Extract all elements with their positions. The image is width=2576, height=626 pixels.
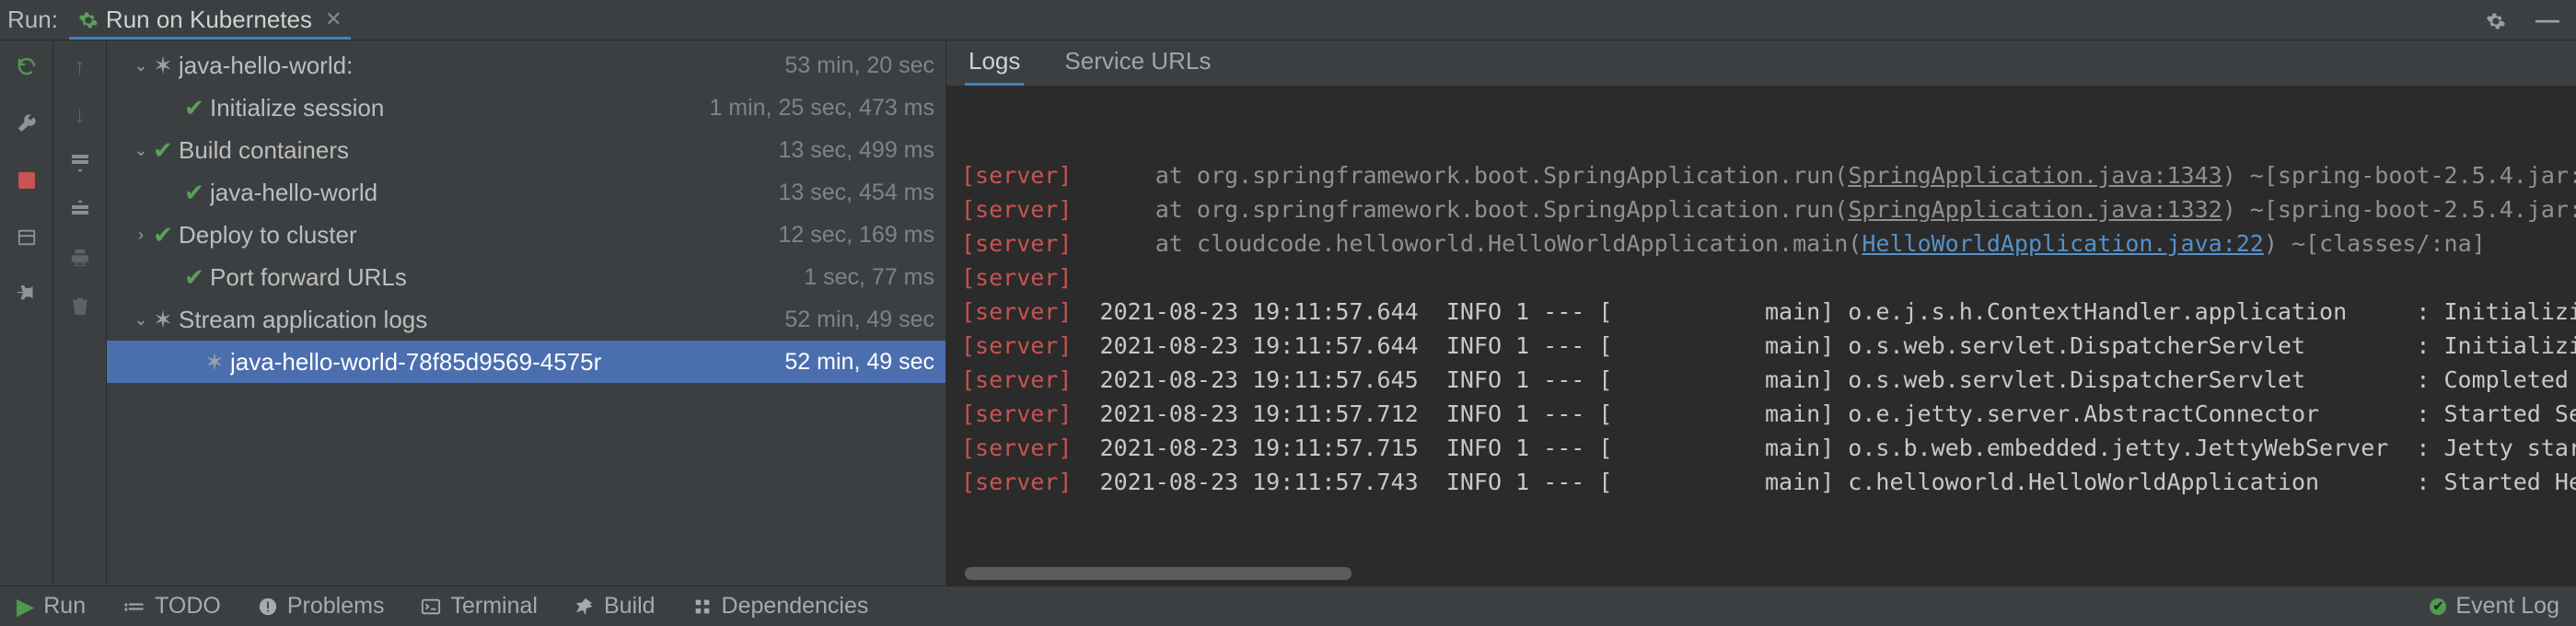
horizontal-scrollbar[interactable]: [965, 567, 1352, 580]
source-link[interactable]: SpringApplication.java:1343: [1848, 162, 2222, 189]
log-line: [server] at org.springframework.boot.Spr…: [961, 158, 2576, 192]
tree-item-name: Stream application logs: [179, 306, 777, 334]
arrow-down-icon[interactable]: ↓: [67, 101, 93, 127]
tree-item-time: 1 min, 25 sec, 473 ms: [702, 95, 934, 122]
tree-item-time: 52 min, 49 sec: [777, 307, 934, 333]
run-label: Run:: [7, 6, 58, 34]
footer-dependencies[interactable]: Dependencies: [692, 593, 869, 620]
log-line: [server] 2021-08-23 19:11:57.715 INFO 1 …: [961, 431, 2576, 465]
stop-icon[interactable]: [14, 168, 40, 193]
check-icon: ✔: [151, 221, 175, 249]
check-icon: ✔: [151, 136, 175, 165]
tree-item-name: Deploy to cluster: [179, 221, 771, 249]
chevron-icon[interactable]: ›: [131, 226, 151, 245]
wrench-icon[interactable]: [14, 110, 40, 136]
source-link[interactable]: HelloWorldApplication.java:22: [1862, 230, 2264, 257]
chevron-icon[interactable]: ⌄: [131, 141, 151, 160]
run-config-icon: [78, 7, 99, 31]
footer-run[interactable]: ▶Run: [17, 593, 86, 620]
pushpin-icon[interactable]: [14, 282, 40, 307]
collapse-all-icon[interactable]: [67, 197, 93, 223]
tree-row[interactable]: ✔Port forward URLs1 sec, 77 ms: [107, 256, 946, 298]
footer-terminal-label: Terminal: [450, 593, 537, 620]
expand-all-icon[interactable]: [67, 149, 93, 175]
log-line: [server] 2021-08-23 19:11:57.645 INFO 1 …: [961, 363, 2576, 397]
log-line: [server] 2021-08-23 19:11:57.712 INFO 1 …: [961, 397, 2576, 431]
tree-item-time: 13 sec, 454 ms: [771, 180, 934, 206]
footer-event-log[interactable]: ✔ Event Log: [2430, 593, 2559, 620]
tree-item-time: 1 sec, 77 ms: [796, 264, 934, 291]
run-tool-gutter: [0, 41, 53, 585]
log-line: [server]: [961, 261, 2576, 295]
log-line: [server] at cloudcode.helloworld.HelloWo…: [961, 226, 2576, 261]
footer-event-log-label: Event Log: [2455, 593, 2559, 620]
tree-row[interactable]: ✔Initialize session1 min, 25 sec, 473 ms: [107, 87, 946, 129]
tree-row[interactable]: ⌄✶java-hello-world:53 min, 20 sec: [107, 44, 946, 87]
tree-row[interactable]: ✶java-hello-world-78f85d9569-4575r52 min…: [107, 341, 946, 383]
spinner-icon: ✶: [203, 348, 226, 377]
tree-item-time: 53 min, 20 sec: [777, 52, 934, 79]
log-line: [server] 2021-08-23 19:11:57.644 INFO 1 …: [961, 329, 2576, 363]
tree-item-name: java-hello-world-78f85d9569-4575r: [230, 348, 777, 377]
tree-row[interactable]: ⌄✶Stream application logs52 min, 49 sec: [107, 298, 946, 341]
tree-item-name: java-hello-world: [210, 179, 771, 207]
tree-item-name: java-hello-world:: [179, 52, 777, 80]
minimize-icon[interactable]: —: [2526, 6, 2569, 34]
event-log-badge-icon: ✔: [2430, 598, 2446, 615]
log-tab[interactable]: Service URLs: [1061, 40, 1214, 86]
footer-todo-label: TODO: [155, 593, 221, 620]
check-icon: ✔: [182, 94, 206, 122]
arrow-up-icon[interactable]: ↑: [67, 53, 93, 79]
tree-row[interactable]: ⌄✔Build containers13 sec, 499 ms: [107, 129, 946, 171]
layout-icon[interactable]: [14, 225, 40, 250]
run-steps-tree[interactable]: ⌄✶java-hello-world:53 min, 20 sec✔Initia…: [107, 41, 946, 585]
footer-run-label: Run: [43, 593, 86, 620]
close-icon[interactable]: ✕: [325, 7, 342, 31]
log-line: [server] 2021-08-23 19:11:57.743 INFO 1 …: [961, 465, 2576, 499]
log-line: [server] at org.springframework.boot.Spr…: [961, 192, 2576, 226]
settings-icon[interactable]: [2477, 6, 2515, 34]
rerun-icon[interactable]: [14, 53, 40, 79]
run-config-tab[interactable]: Run on Kubernetes ✕: [69, 0, 351, 40]
trash-icon[interactable]: [67, 293, 93, 319]
footer-build-label: Build: [604, 593, 656, 620]
check-icon: ✔: [182, 179, 206, 207]
chevron-icon[interactable]: ⌄: [131, 56, 151, 75]
tree-row[interactable]: ✔java-hello-world13 sec, 454 ms: [107, 171, 946, 214]
footer-terminal[interactable]: Terminal: [421, 593, 537, 620]
log-line: [server] 2021-08-23 19:11:57.644 INFO 1 …: [961, 295, 2576, 329]
chevron-icon[interactable]: ⌄: [131, 310, 151, 330]
check-icon: ✔: [182, 263, 206, 292]
log-panel-tabs: Logs Service URLs: [946, 41, 2576, 87]
footer-dependencies-label: Dependencies: [722, 593, 869, 620]
spinner-icon: ✶: [151, 52, 175, 80]
source-link[interactable]: SpringApplication.java:1332: [1848, 196, 2222, 223]
tree-item-time: 52 min, 49 sec: [777, 349, 934, 376]
tree-item-name: Port forward URLs: [210, 263, 796, 292]
footer-problems[interactable]: Problems: [258, 593, 385, 620]
tree-row[interactable]: ›✔Deploy to cluster12 sec, 169 ms: [107, 214, 946, 256]
test-tool-gutter: ↑ ↓: [53, 41, 107, 585]
run-config-title: Run on Kubernetes: [106, 6, 312, 34]
tree-item-name: Initialize session: [210, 94, 702, 122]
print-icon[interactable]: [67, 245, 93, 271]
tree-item-time: 13 sec, 499 ms: [771, 137, 934, 164]
log-tab[interactable]: Logs: [965, 40, 1024, 86]
log-console[interactable]: [server] at org.springframework.boot.Spr…: [946, 87, 2576, 585]
footer-todo[interactable]: ≔TODO: [122, 593, 221, 620]
footer-problems-label: Problems: [287, 593, 385, 620]
tree-item-name: Build containers: [179, 136, 771, 165]
footer-build[interactable]: Build: [574, 593, 656, 620]
tree-item-time: 12 sec, 169 ms: [771, 222, 934, 249]
spinner-icon: ✶: [151, 306, 175, 334]
